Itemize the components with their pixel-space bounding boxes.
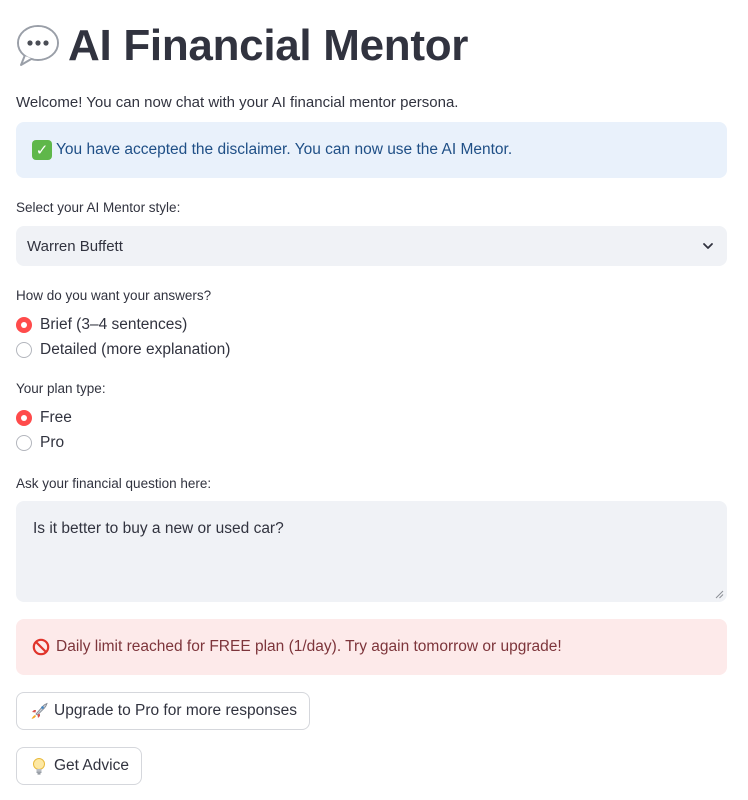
mentor-style-select[interactable]: Warren Buffett — [16, 226, 727, 266]
radio-label: Brief (3–4 sentences) — [40, 315, 188, 333]
radio-button-selected[interactable] — [16, 409, 32, 426]
plan-type-radio-group: Free Pro — [16, 405, 727, 456]
disclaimer-accepted-alert: ✓ You have accepted the disclaimer. You … — [16, 122, 727, 178]
radio-option-free[interactable]: Free — [16, 405, 727, 431]
error-text: Daily limit reached for FREE plan (1/day… — [56, 638, 562, 655]
question-value: Is it better to buy a new or used car? — [33, 520, 284, 537]
check-mark-icon: ✓ — [32, 140, 52, 160]
radio-option-pro[interactable]: Pro — [16, 431, 727, 457]
info-text: You have accepted the disclaimer. You ca… — [56, 141, 513, 158]
answer-length-radio-group: Brief (3–4 sentences) Detailed (more exp… — [16, 312, 727, 363]
plan-type-label: Your plan type: — [16, 381, 106, 396]
get-advice-button-label: Get Advice — [54, 757, 129, 774]
rocket-icon — [31, 702, 48, 719]
upgrade-button[interactable]: Upgrade to Pro for more responses — [16, 692, 310, 730]
answer-length-label: How do you want your answers? — [16, 288, 212, 303]
resize-handle-icon[interactable] — [715, 590, 724, 599]
light-bulb-icon — [33, 758, 45, 775]
radio-option-brief[interactable]: Brief (3–4 sentences) — [16, 312, 727, 338]
radio-button[interactable] — [16, 435, 32, 452]
question-textarea[interactable]: Is it better to buy a new or used car? — [16, 501, 727, 602]
title-row: AI Financial Mentor — [16, 0, 727, 92]
prohibited-icon — [32, 638, 50, 656]
question-label: Ask your financial question here: — [16, 476, 212, 491]
radio-button-selected[interactable] — [16, 316, 32, 333]
speech-balloon-icon — [16, 24, 60, 68]
radio-option-detailed[interactable]: Detailed (more explanation) — [16, 338, 727, 364]
page-title: AI Financial Mentor — [68, 21, 469, 70]
mentor-style-label: Select your AI Mentor style: — [16, 200, 181, 215]
mentor-style-value: Warren Buffett — [27, 237, 123, 255]
radio-label: Detailed (more explanation) — [40, 341, 231, 359]
radio-button[interactable] — [16, 342, 32, 359]
radio-label: Free — [40, 408, 72, 426]
chevron-down-icon — [703, 243, 713, 249]
upgrade-button-label: Upgrade to Pro for more responses — [54, 702, 297, 719]
radio-label: Pro — [40, 434, 65, 452]
welcome-text: Welcome! You can now chat with your AI f… — [16, 94, 459, 111]
app-main: AI Financial Mentor Welcome! You can now… — [0, 0, 748, 785]
get-advice-button[interactable]: Get Advice — [16, 747, 142, 785]
daily-limit-error-alert: Daily limit reached for FREE plan (1/day… — [16, 619, 727, 675]
